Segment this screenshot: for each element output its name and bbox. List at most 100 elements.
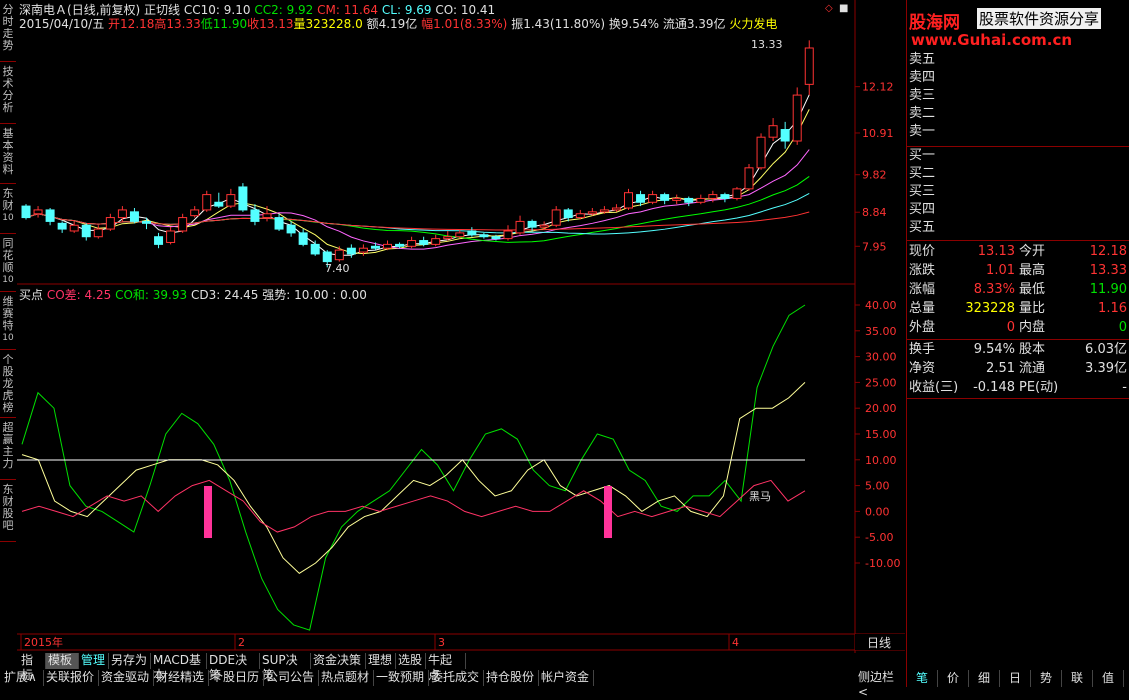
bar-open: 开12.18 (108, 17, 155, 31)
candle-body (395, 243, 405, 247)
bottom-tab-9[interactable]: 持仓股份 (484, 670, 539, 686)
bottom-tab-8[interactable]: 委托成交 (429, 670, 484, 686)
candle-body (154, 236, 164, 245)
bottom-tab-6[interactable]: 热点题材 (319, 670, 374, 686)
left-tab-4[interactable]: 同花顺 10 (0, 236, 16, 292)
candle-body (358, 247, 368, 253)
candle-body (696, 197, 706, 203)
right-tab-0[interactable]: 笔 (907, 670, 938, 687)
candle-body (467, 230, 477, 236)
quote-value: 1.01 (986, 263, 1015, 278)
candle-body (383, 243, 392, 249)
quote-label: 外盘 (909, 320, 936, 335)
indicator-tick: 0.00 (865, 505, 890, 518)
candle-body (756, 136, 766, 169)
candle-body (624, 192, 633, 209)
indicator-tick: -5.00 (865, 531, 893, 544)
bottom-tab-10[interactable]: 帐户资金 (539, 670, 594, 686)
bar-amplitude: 振1.43(11.80%) (511, 17, 606, 31)
right-tab-3[interactable]: 日 (1000, 670, 1031, 687)
quote-row: 涨跌 1.01 最高 13.33 (907, 262, 1129, 280)
left-tab-label: 维赛特 (2, 295, 14, 332)
left-tab-6[interactable]: 个股龙虎榜 (0, 352, 16, 418)
left-tab-count: 10 (2, 275, 14, 285)
stats-value: 9.54% (973, 342, 1015, 357)
template-tab-10[interactable]: 牛起点 (426, 653, 466, 682)
candle-body (202, 194, 212, 211)
left-tab-label: 东财 (2, 187, 14, 212)
left-tab-5[interactable]: 维赛特 10 (0, 294, 16, 350)
close-icon[interactable]: ■ (839, 3, 848, 14)
bottom-tab-3[interactable]: 财经精选 (154, 670, 209, 686)
candle-body (419, 240, 429, 245)
time-tick: 4 (732, 636, 739, 649)
quote-row: 涨幅 8.33% 最低 11.90 (907, 281, 1129, 299)
candle-body (479, 234, 489, 238)
template-tab-5[interactable]: DDE决策 (207, 653, 260, 682)
quote-row: 外盘 0 内盘 0 (907, 319, 1129, 337)
sell-level-4: 卖四 (909, 70, 936, 85)
candle-body (69, 224, 79, 232)
candle-body (503, 230, 513, 240)
candle-body (214, 201, 224, 207)
quote-value: 12.18 (1089, 244, 1127, 259)
template-tab-2[interactable]: 管理 (79, 653, 109, 669)
bar-date: 2015/04/10/五 (19, 17, 105, 31)
buy-level-5: 买五 (909, 220, 936, 235)
kline-chart[interactable]: 12.1210.919.828.847.95 40.0035.0030.0025… (17, 0, 905, 653)
left-tab-label: 个股龙虎榜 (2, 353, 14, 414)
bottom-tab-5[interactable]: 公司公告 (264, 670, 319, 686)
template-tab-1[interactable]: 模板 (46, 653, 79, 669)
sell-level-3: 卖三 (909, 88, 936, 103)
right-tab-1[interactable]: 价 (938, 670, 969, 687)
dark-horse-label: 黑马 (749, 490, 771, 503)
template-tab-9[interactable]: 选股 (396, 653, 426, 669)
left-tab-3[interactable]: 东财 10 (0, 186, 16, 234)
left-tab-0[interactable]: 分时走势 (0, 2, 16, 62)
right-tab-2[interactable]: 细 (969, 670, 1000, 687)
candle-body (768, 125, 778, 138)
candle-body (250, 209, 260, 222)
buy-level-3: 买三 (909, 184, 936, 199)
candle-body (744, 167, 754, 190)
template-tab-0[interactable]: 指标 (19, 653, 46, 682)
left-tab-8[interactable]: 东财股吧 (0, 482, 16, 542)
left-tab-2[interactable]: 基本资料 (0, 126, 16, 184)
period-label[interactable]: 日线 (867, 636, 891, 650)
bottom-tab-1[interactable]: 关联报价 (44, 670, 99, 686)
candle-body (142, 220, 151, 224)
template-tab-7[interactable]: 资金决策 (311, 653, 366, 669)
left-tab-count: 10 (2, 213, 14, 223)
left-tab-7[interactable]: 超赢主力 (0, 420, 16, 480)
quote-label: 涨幅 (909, 282, 936, 297)
indicator-header: 买点 CO差: 4.25 CO和: 39.93 CD3: 24.45 强势: 1… (19, 286, 367, 303)
bottom-tab-4[interactable]: 个股日历 (209, 670, 264, 686)
left-tab-1[interactable]: 技术分析 (0, 64, 16, 124)
time-tick: 2015年 (24, 635, 63, 649)
min-price-label: 7.40 (325, 262, 350, 275)
bar-info-line: 2015/04/10/五 开12.18高13.33低11.90收13.13量32… (19, 15, 777, 32)
template-tab-4[interactable]: MACD基本 (151, 653, 207, 682)
template-tab-3[interactable]: 另存为 (109, 653, 151, 669)
right-tab-5[interactable]: 联 (1062, 670, 1093, 687)
left-tab-count: 10 (2, 333, 14, 343)
bar-high: 高13.33 (154, 17, 201, 31)
candle-body (310, 243, 320, 255)
bottom-tab-2[interactable]: 资金驱动 (99, 670, 154, 686)
indicator-tick: 10.00 (865, 454, 897, 467)
right-tab-4[interactable]: 势 (1031, 670, 1062, 687)
bar-change: 幅1.01(8.33%) (421, 17, 508, 31)
buy-level-4: 买四 (909, 202, 936, 217)
sidebar-toggle[interactable]: 侧边栏< (856, 670, 904, 699)
bottom-tab-7[interactable]: 一致预期 (374, 670, 429, 686)
template-tab-6[interactable]: SUP决策 (260, 653, 311, 682)
left-tab-bar: 分时走势 技术分析 基本资料 东财 10 同花顺 10 维赛特 10 个股龙虎榜 超赢主力 东财股吧 (0, 0, 18, 653)
candle-body (720, 194, 730, 199)
bar-close: 收13.13 (247, 17, 294, 31)
template-tab-8[interactable]: 理想 (366, 653, 396, 669)
bottom-tab-0[interactable]: 扩展∧ (2, 670, 44, 686)
candle-body (298, 232, 308, 245)
stats-label: 股本 (1019, 342, 1046, 357)
diamond-icon[interactable]: ◇ (825, 3, 833, 14)
right-tab-6[interactable]: 值 (1093, 670, 1124, 687)
